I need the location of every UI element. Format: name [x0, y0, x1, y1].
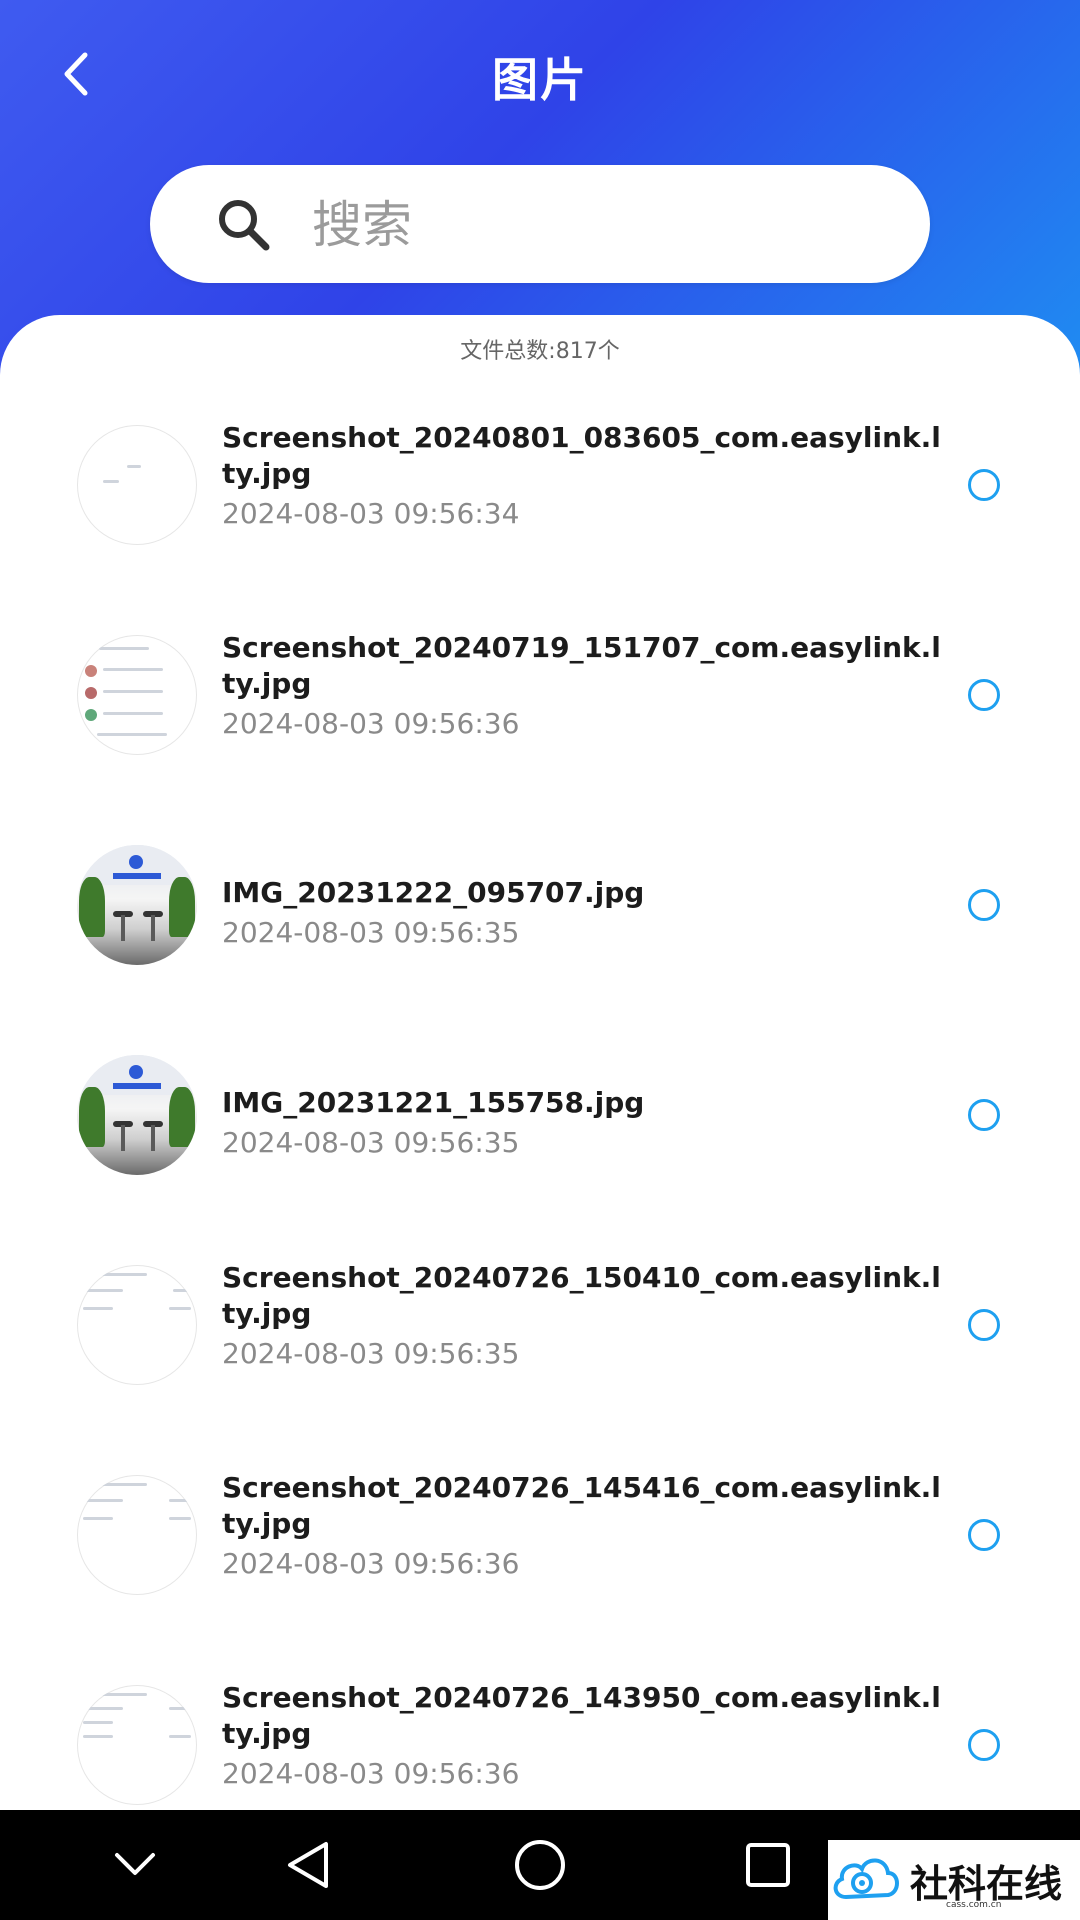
select-radio[interactable] — [968, 889, 1000, 921]
list-item[interactable]: Screenshot_20240726_150410_com.easylink.… — [0, 1220, 1080, 1430]
select-radio[interactable] — [968, 679, 1000, 711]
file-thumbnail — [77, 1265, 197, 1385]
watermark-logo: 社科在线 cass.com.cn — [828, 1840, 1080, 1920]
file-date: 2024-08-03 09:56:35 — [222, 916, 520, 949]
file-name: Screenshot_20240726_145416_com.easylink.… — [222, 1471, 941, 1540]
file-date: 2024-08-03 09:56:36 — [222, 1547, 520, 1580]
chevron-down-icon — [115, 1853, 155, 1875]
file-date: 2024-08-03 09:56:36 — [222, 707, 520, 740]
file-name: Screenshot_20240719_151707_com.easylink.… — [222, 631, 941, 700]
back-triangle-icon — [288, 1842, 328, 1888]
file-list-panel: 文件总数:817个 Screenshot_20240801_083605_com… — [0, 315, 1080, 1810]
select-radio[interactable] — [968, 1519, 1000, 1551]
list-item[interactable]: IMG_20231221_155758.jpg 2024-08-03 09:56… — [0, 1010, 1080, 1220]
file-date: 2024-08-03 09:56:35 — [222, 1337, 520, 1370]
file-name: IMG_20231221_155758.jpg — [222, 1086, 645, 1119]
select-radio[interactable] — [968, 1309, 1000, 1341]
select-radio[interactable] — [968, 1729, 1000, 1761]
home-circle-icon — [515, 1840, 565, 1890]
file-name: IMG_20231222_095707.jpg — [222, 876, 645, 909]
nav-back-button[interactable] — [274, 1830, 344, 1900]
search-icon — [219, 200, 270, 251]
file-count-label: 文件总数:817个 — [460, 339, 620, 364]
file-thumbnail — [77, 845, 197, 965]
search-input[interactable] — [310, 165, 894, 285]
file-list: Screenshot_20240801_083605_com.easylink.… — [0, 380, 1080, 1810]
file-thumbnail — [77, 1055, 197, 1175]
file-thumbnail — [77, 425, 197, 545]
list-item[interactable]: Screenshot_20240801_083605_com.easylink.… — [0, 380, 1080, 590]
file-thumbnail — [77, 1685, 197, 1805]
nav-home-button[interactable] — [505, 1830, 575, 1900]
list-item[interactable]: Screenshot_20240719_151707_com.easylink.… — [0, 590, 1080, 800]
nav-collapse-button[interactable] — [100, 1830, 170, 1900]
file-date: 2024-08-03 09:56:34 — [222, 497, 520, 530]
select-radio[interactable] — [968, 469, 1000, 501]
list-item[interactable]: Screenshot_20240726_143950_com.easylink.… — [0, 1640, 1080, 1810]
list-item[interactable]: Screenshot_20240726_145416_com.easylink.… — [0, 1430, 1080, 1640]
nav-recents-button[interactable] — [733, 1830, 803, 1900]
file-date: 2024-08-03 09:56:36 — [222, 1757, 520, 1790]
file-thumbnail — [77, 1475, 197, 1595]
file-thumbnail — [77, 635, 197, 755]
watermark-subtitle: cass.com.cn — [946, 1900, 1002, 1910]
search-bar[interactable] — [150, 165, 930, 285]
list-item[interactable]: IMG_20231222_095707.jpg 2024-08-03 09:56… — [0, 800, 1080, 1010]
file-name: Screenshot_20240726_150410_com.easylink.… — [222, 1261, 941, 1330]
file-name: Screenshot_20240726_143950_com.easylink.… — [222, 1681, 941, 1750]
select-radio[interactable] — [968, 1099, 1000, 1131]
file-name: Screenshot_20240801_083605_com.easylink.… — [222, 421, 941, 490]
file-date: 2024-08-03 09:56:35 — [222, 1126, 520, 1159]
page-title: 图片 — [492, 53, 588, 107]
cloud-logo-icon — [833, 1858, 899, 1900]
recents-square-icon — [746, 1843, 790, 1887]
